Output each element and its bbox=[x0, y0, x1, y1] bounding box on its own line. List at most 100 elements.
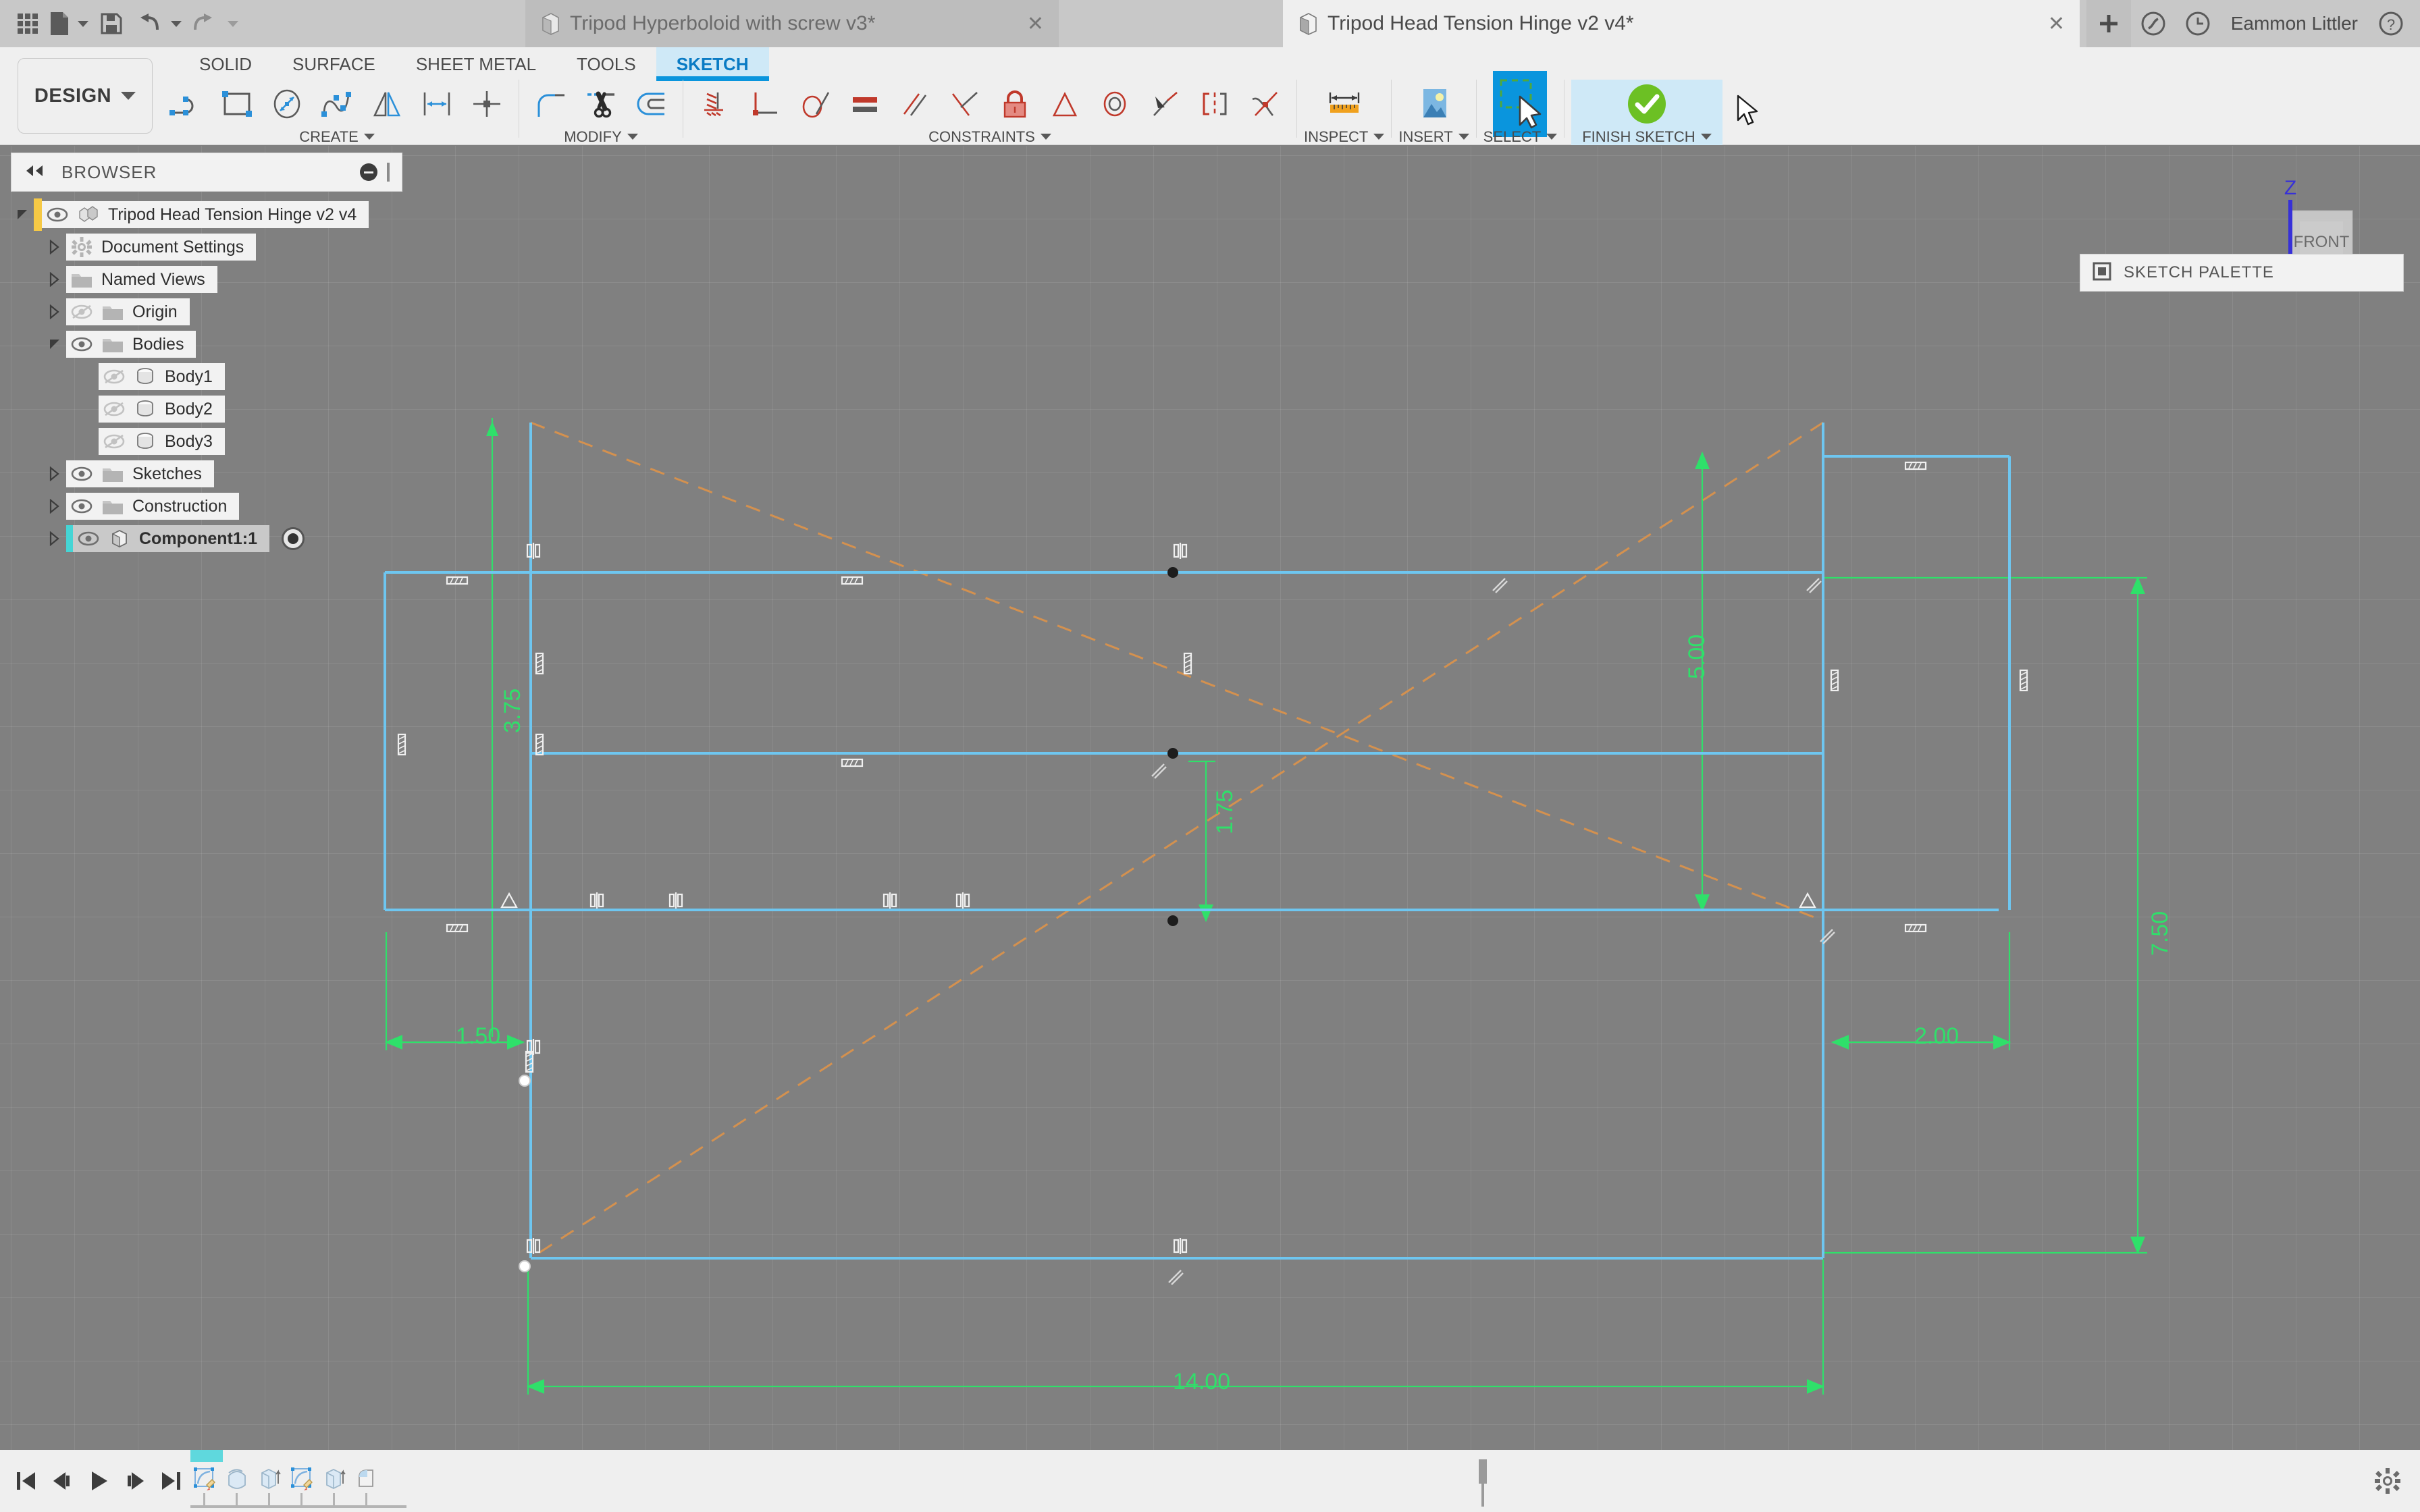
browser-tree-item-construction[interactable]: Construction bbox=[11, 490, 416, 522]
eye-hidden-icon[interactable] bbox=[99, 363, 130, 390]
constraint-tangent-icon[interactable] bbox=[1148, 760, 1168, 784]
perpendicular-icon[interactable] bbox=[940, 80, 990, 128]
panel-insert-label[interactable]: INSERT bbox=[1398, 128, 1469, 145]
expand-arrow-right-icon[interactable] bbox=[43, 490, 66, 522]
midpoint-icon[interactable] bbox=[1040, 80, 1090, 128]
sketch-palette[interactable]: SKETCH PALETTE bbox=[2080, 254, 2404, 292]
grid-apps-icon[interactable] bbox=[9, 0, 46, 47]
constraint-coincident-icon[interactable] bbox=[523, 1236, 544, 1260]
panel-inspect-label[interactable]: INSPECT bbox=[1304, 128, 1384, 145]
fillet-icon[interactable] bbox=[526, 80, 576, 128]
job-status-icon[interactable] bbox=[2131, 0, 2176, 47]
tab-surface[interactable]: SURFACE bbox=[272, 47, 396, 81]
expand-arrow-right-icon[interactable] bbox=[43, 458, 66, 490]
concentric-icon[interactable] bbox=[1090, 80, 1140, 128]
browser-tree-item-component1-1[interactable]: Component1:1 bbox=[11, 522, 416, 555]
eye-hidden-icon[interactable] bbox=[99, 428, 130, 455]
document-tab-2-close[interactable]: ✕ bbox=[2048, 12, 2065, 36]
panel-modify-label[interactable]: MODIFY bbox=[564, 128, 638, 145]
fix-lock-icon[interactable] bbox=[990, 80, 1040, 128]
constraint-coincident-icon[interactable] bbox=[1170, 1236, 1190, 1260]
tab-sketch[interactable]: SKETCH bbox=[656, 47, 769, 81]
document-tab-2[interactable]: Tripod Head Tension Hinge v2 v4* ✕ bbox=[1283, 0, 2080, 47]
constraint-vertical-icon[interactable] bbox=[1829, 669, 1841, 695]
browser-tree-item-named-views[interactable]: Named Views bbox=[11, 263, 416, 296]
point-icon[interactable] bbox=[462, 80, 512, 128]
tree-item-chip[interactable]: Sketches bbox=[66, 460, 214, 487]
offset-dimension-icon[interactable] bbox=[412, 80, 462, 128]
help-question-icon[interactable]: ? bbox=[2369, 0, 2413, 47]
constraint-vertical-icon[interactable] bbox=[2018, 669, 2030, 695]
rectangle-icon[interactable] bbox=[212, 80, 262, 128]
expand-arrow-down-icon[interactable] bbox=[43, 328, 66, 360]
expand-arrow-right-icon[interactable] bbox=[43, 263, 66, 296]
constraint-horizontal-icon[interactable] bbox=[1904, 922, 1927, 938]
document-tab-1[interactable]: Tripod Hyperboloid with screw v3* ✕ bbox=[525, 0, 1059, 47]
browser-tree-item-body3[interactable]: Body3 bbox=[11, 425, 416, 458]
tab-sheet-metal[interactable]: SHEET METAL bbox=[396, 47, 556, 81]
eye-hidden-icon[interactable] bbox=[66, 298, 97, 325]
parallel-icon[interactable] bbox=[890, 80, 940, 128]
browser-tree-item-document-settings[interactable]: Document Settings bbox=[11, 231, 416, 263]
fix-ground-icon[interactable] bbox=[690, 80, 740, 128]
new-document-dropdown[interactable] bbox=[73, 0, 93, 47]
tree-item-chip[interactable]: Construction bbox=[66, 493, 239, 520]
constraint-horizontal-icon[interactable] bbox=[1904, 460, 1927, 475]
step-forward-icon[interactable] bbox=[119, 1462, 151, 1500]
circle-icon[interactable] bbox=[262, 80, 312, 128]
go-to-beginning-icon[interactable] bbox=[9, 1462, 42, 1500]
offset-icon[interactable] bbox=[626, 80, 676, 128]
collapse-left-icon[interactable] bbox=[24, 164, 47, 181]
tab-tools[interactable]: TOOLS bbox=[556, 47, 656, 81]
dimension-label-2-00[interactable]: 2.00 bbox=[1914, 1023, 1959, 1050]
timeline-feature-3-sketch[interactable] bbox=[285, 1463, 317, 1508]
eye-hidden-icon[interactable] bbox=[99, 396, 130, 423]
component-activate-radio[interactable] bbox=[282, 527, 305, 550]
design-workspace-button[interactable]: DESIGN bbox=[18, 58, 153, 134]
dimension-label-1-75[interactable]: 1.75 bbox=[1212, 790, 1238, 834]
timeline-drag-handle[interactable] bbox=[1479, 1459, 1485, 1507]
spline-icon[interactable] bbox=[312, 80, 362, 128]
constraint-coincident-icon[interactable] bbox=[1170, 541, 1190, 564]
constraint-midpoint-icon[interactable] bbox=[500, 892, 519, 913]
constraint-horizontal-icon[interactable] bbox=[446, 922, 469, 938]
browser-tree-item-tripod-head-tension-hinge-v2-v4[interactable]: Tripod Head Tension Hinge v2 v4 bbox=[11, 198, 416, 231]
timeline-settings-gear-icon[interactable] bbox=[2371, 1465, 2404, 1497]
tree-item-chip[interactable]: Origin bbox=[66, 298, 190, 325]
tangent-icon[interactable] bbox=[790, 80, 840, 128]
new-tab-plus-icon[interactable] bbox=[2086, 0, 2131, 47]
dimension-label-1-50[interactable]: 1.50 bbox=[456, 1023, 500, 1050]
eye-visible-icon[interactable] bbox=[66, 331, 97, 358]
eye-visible-icon[interactable] bbox=[66, 460, 97, 487]
constraint-coincident-icon[interactable] bbox=[880, 890, 900, 914]
constraint-tangent-icon[interactable] bbox=[1489, 574, 1509, 598]
expand-arrow-right-icon[interactable] bbox=[43, 522, 66, 555]
eye-visible-icon[interactable] bbox=[73, 525, 104, 552]
expand-arrow-right-icon[interactable] bbox=[43, 296, 66, 328]
eye-visible-icon[interactable] bbox=[66, 493, 97, 520]
tree-item-chip[interactable]: Document Settings bbox=[66, 234, 256, 261]
symmetry-icon[interactable] bbox=[1190, 80, 1240, 128]
tree-item-chip[interactable]: Component1:1 bbox=[66, 525, 269, 552]
expand-arrow-right-icon[interactable] bbox=[43, 231, 66, 263]
timeline-feature-5-fillet[interactable] bbox=[350, 1463, 382, 1508]
constraint-vertical-icon[interactable] bbox=[533, 733, 546, 759]
dimension-label-7-50[interactable]: 7.50 bbox=[2147, 911, 2174, 956]
tree-item-chip[interactable]: Body3 bbox=[99, 428, 225, 455]
green-check-icon[interactable] bbox=[1586, 80, 1708, 128]
undo-icon[interactable] bbox=[130, 0, 166, 47]
panel-finish-sketch[interactable]: FINISH SKETCH bbox=[1571, 80, 1722, 145]
go-to-end-icon[interactable] bbox=[155, 1462, 188, 1500]
tree-item-chip[interactable]: Named Views bbox=[66, 266, 217, 293]
browser-tree-item-bodies[interactable]: Bodies bbox=[11, 328, 416, 360]
tree-item-chip[interactable]: Tripod Head Tension Hinge v2 v4 bbox=[42, 201, 369, 228]
browser-minimize-icon[interactable] bbox=[360, 163, 377, 181]
play-icon[interactable] bbox=[82, 1462, 115, 1500]
step-back-icon[interactable] bbox=[46, 1462, 78, 1500]
browser-tree-item-body2[interactable]: Body2 bbox=[11, 393, 416, 425]
browser-tree-item-origin[interactable]: Origin bbox=[11, 296, 416, 328]
constraint-coincident-icon[interactable] bbox=[666, 890, 686, 914]
tree-item-chip[interactable]: Body2 bbox=[99, 396, 225, 423]
select-arrow-icon[interactable] bbox=[1493, 71, 1547, 137]
constraint-horizontal-icon[interactable] bbox=[841, 757, 864, 772]
